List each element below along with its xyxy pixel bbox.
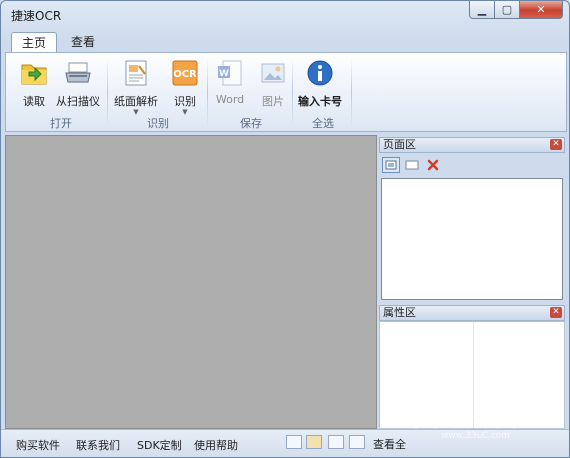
window-controls: ▁ ▢ ✕	[469, 1, 563, 19]
page-list[interactable]	[381, 178, 563, 300]
group-label-recognize: 识别	[147, 117, 169, 130]
page-analysis-label: 纸面解析	[114, 95, 158, 108]
folder-icon	[18, 57, 50, 89]
group-separator	[107, 59, 108, 127]
ribbon: 读取 从扫描仪 打开 纸面解析 ▼ OCR 识别 ▼ 识别 W Word 图片 …	[5, 52, 567, 132]
page-area-title: 页面区	[383, 138, 416, 151]
chevron-down-icon: ▼	[133, 108, 139, 116]
document-canvas[interactable]	[5, 135, 377, 429]
group-separator	[351, 59, 352, 127]
property-area-title: 属性区	[383, 306, 416, 319]
save-word-button[interactable]: W Word	[214, 57, 246, 106]
recognize-label: 识别	[174, 95, 196, 108]
list-view-icon[interactable]	[403, 157, 421, 173]
chevron-down-icon: ▼	[182, 108, 188, 116]
image-view-icon[interactable]	[306, 435, 322, 449]
scanner-label: 从扫描仪	[56, 95, 100, 108]
tab-view[interactable]: 查看	[61, 32, 105, 52]
watermark-url: www.33LC.com	[441, 431, 510, 441]
group-separator	[207, 59, 208, 127]
group-label-save: 保存	[240, 117, 262, 130]
scanner-icon	[62, 57, 94, 89]
help-link[interactable]: 使用帮助	[194, 437, 238, 453]
info-icon	[304, 57, 336, 89]
save-picture-label: 图片	[262, 95, 284, 108]
maximize-icon: ▢	[501, 3, 513, 16]
close-icon: ✕	[536, 3, 546, 16]
read-button[interactable]: 读取	[18, 57, 50, 109]
tab-home[interactable]: 主页	[11, 32, 58, 54]
minimize-icon: ▁	[477, 3, 487, 16]
text-view-icon[interactable]	[349, 435, 365, 449]
group-separator	[292, 59, 293, 127]
svg-text:W: W	[219, 69, 229, 79]
split-view-icon[interactable]	[328, 435, 344, 449]
enter-card-button[interactable]: 输入卡号	[298, 57, 342, 109]
fit-page-icon[interactable]	[286, 435, 302, 449]
view-label[interactable]: 查看全	[373, 436, 406, 452]
contact-us-link[interactable]: 联系我们	[76, 437, 120, 453]
save-picture-button[interactable]: 图片	[257, 57, 289, 109]
delete-icon[interactable]	[424, 157, 442, 173]
app-window: 捷速OCR ▁ ▢ ✕ 主页 查看 读取 从扫描仪 打开 纸面解析 ▼ OCR …	[0, 0, 570, 458]
word-doc-icon: W	[214, 57, 246, 89]
picture-icon	[257, 57, 289, 89]
page-area-toolbar	[379, 154, 565, 176]
window-title: 捷速OCR	[11, 9, 62, 23]
page-area-header: 页面区 ✕	[379, 137, 565, 153]
ocr-icon: OCR	[169, 57, 201, 89]
maximize-button[interactable]: ▢	[494, 1, 520, 19]
property-area-close-icon[interactable]: ✕	[550, 307, 562, 318]
watermark-logo: 绿茶软件园	[403, 407, 519, 432]
page-analysis-icon	[120, 57, 152, 89]
minimize-button[interactable]: ▁	[469, 1, 495, 19]
page-analysis-button[interactable]: 纸面解析 ▼	[114, 57, 158, 116]
save-word-label: Word	[215, 93, 245, 106]
group-label-select-all: 全选	[312, 117, 334, 130]
thumbnail-view-icon[interactable]	[382, 157, 400, 173]
group-label-open: 打开	[50, 117, 72, 130]
property-area-header: 属性区 ✕	[379, 305, 565, 321]
title-bar: 捷速OCR ▁ ▢ ✕	[1, 1, 569, 27]
sdk-custom-link[interactable]: SDK定制	[137, 437, 182, 453]
close-button[interactable]: ✕	[519, 1, 563, 19]
enter-card-label: 输入卡号	[298, 95, 342, 108]
page-area-close-icon[interactable]: ✕	[550, 139, 562, 150]
svg-text:OCR: OCR	[173, 69, 197, 80]
scanner-button[interactable]: 从扫描仪	[56, 57, 100, 109]
ribbon-tabs: 主页 查看	[11, 32, 109, 54]
buy-software-link[interactable]: 购买软件	[16, 437, 60, 453]
read-label: 读取	[23, 95, 45, 108]
recognize-button[interactable]: OCR 识别 ▼	[169, 57, 201, 116]
